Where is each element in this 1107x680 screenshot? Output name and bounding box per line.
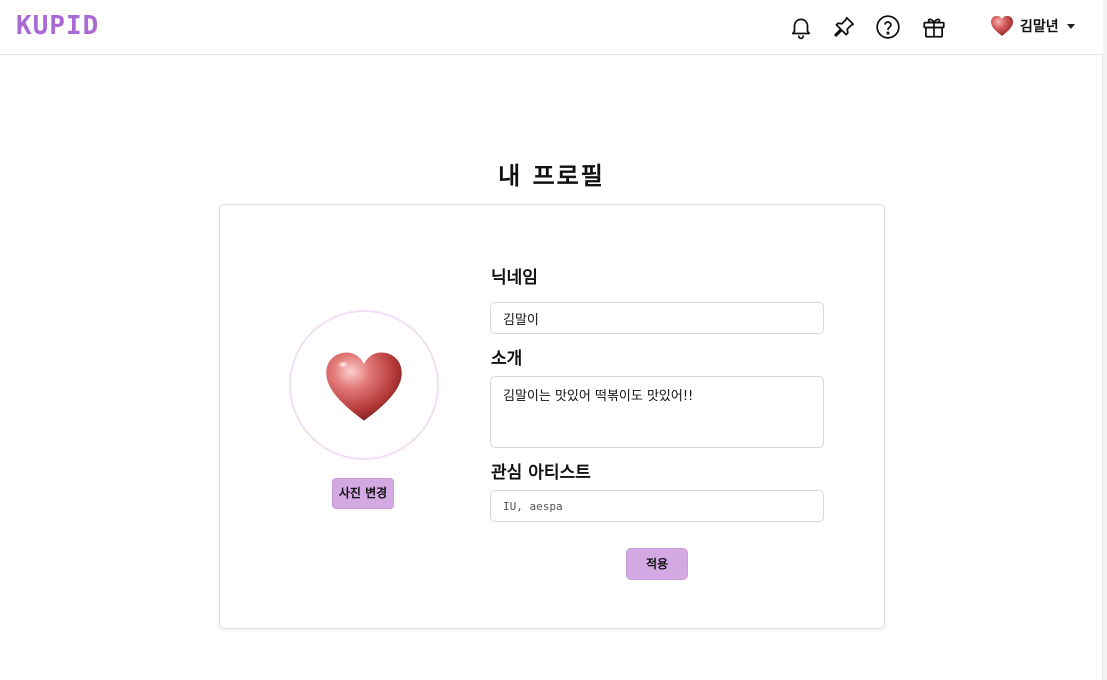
profile-card: 사진 변경 닉네임 소개 김말이는 맛있어 떡볶이도 맛있어!! 관심 아티스트… (219, 204, 885, 629)
bell-icon[interactable] (788, 14, 814, 40)
pin-icon[interactable] (831, 14, 857, 40)
artists-field[interactable] (490, 490, 824, 522)
heart-icon (990, 15, 1014, 36)
chevron-down-icon (1066, 23, 1075, 29)
nickname-label: 닉네임 (491, 268, 538, 288)
top-header: KUPID 김말년 (0, 0, 1103, 55)
change-photo-button[interactable]: 사진 변경 (332, 478, 394, 509)
logo[interactable]: KUPID (16, 9, 99, 43)
page-title: 내 프로필 (498, 162, 605, 190)
gift-icon[interactable] (921, 14, 947, 40)
scrollbar[interactable] (1102, 0, 1107, 680)
help-icon[interactable] (875, 14, 901, 40)
apply-button[interactable]: 적용 (626, 548, 688, 580)
artists-label: 관심 아티스트 (491, 463, 591, 483)
intro-field[interactable]: 김말이는 맛있어 떡볶이도 맛있어!! (490, 376, 824, 448)
nickname-field[interactable] (490, 302, 824, 334)
app-root: KUPID 김말년 내 프로필 사진 변경 닉네임 김말이 소개 김말이는 맛있… (0, 0, 1107, 680)
user-menu[interactable]: 김말년 (990, 14, 1075, 38)
intro-label: 소개 (491, 349, 523, 369)
avatar (289, 310, 439, 460)
user-name: 김말년 (1020, 19, 1059, 35)
heart-icon (326, 352, 402, 421)
